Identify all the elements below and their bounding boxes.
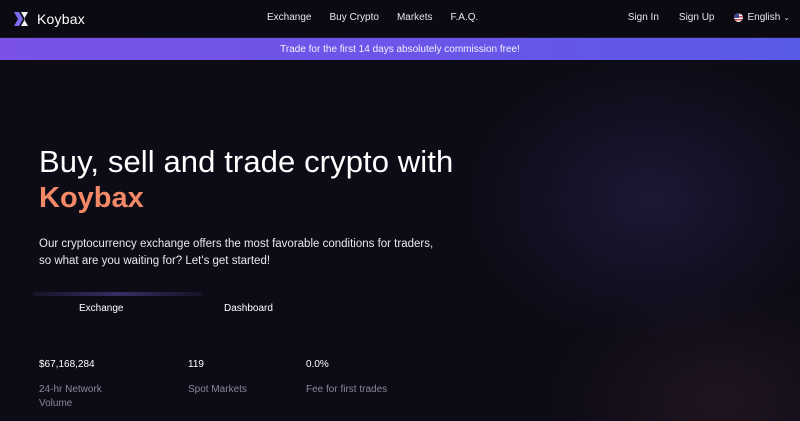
hero-title: Buy, sell and trade crypto with	[39, 144, 454, 179]
promo-banner: Trade for the first 14 days absolutely c…	[0, 38, 800, 60]
koybax-x-logo-icon	[14, 12, 28, 26]
sign-up-link[interactable]: Sign Up	[679, 12, 715, 23]
stat-label-line: Volume	[39, 398, 73, 409]
stat-network-volume: $67,168,284 24-hr Network Volume	[39, 359, 159, 411]
stat-label-line: 24-hr Network	[39, 384, 102, 395]
stat-label: 24-hr Network Volume	[39, 383, 159, 411]
stat-value: $67,168,284	[39, 359, 95, 370]
language-selector[interactable]: English ⌄	[734, 12, 790, 23]
sign-in-link[interactable]: Sign In	[628, 12, 659, 23]
nav-link-faq[interactable]: F.A.Q.	[451, 12, 479, 23]
stat-label-line: Spot Markets	[188, 384, 247, 395]
nav-link-markets[interactable]: Markets	[397, 12, 433, 23]
landing-page: Koybax Exchange Buy Crypto Markets F.A.Q…	[0, 0, 800, 421]
top-navbar: Koybax Exchange Buy Crypto Markets F.A.Q…	[0, 0, 800, 38]
stat-value: 119	[188, 359, 204, 370]
hero-actions: Exchange Dashboard	[33, 292, 293, 322]
hero-description-line-1: Our cryptocurrency exchange offers the m…	[39, 238, 434, 250]
dashboard-button[interactable]: Dashboard	[224, 303, 273, 314]
us-flag-icon	[734, 13, 744, 22]
stat-spot-markets: 119 Spot Markets	[188, 359, 288, 397]
nav-link-buy-crypto[interactable]: Buy Crypto	[329, 12, 378, 23]
stat-label: Spot Markets	[188, 383, 288, 397]
hero-description-line-2: so what are you waiting for? Let's get s…	[39, 255, 271, 267]
stat-fee: 0.0% Fee for first trades	[306, 359, 446, 397]
brand-name: Koybax	[37, 11, 85, 27]
stat-label-line: Fee for first trades	[306, 384, 388, 395]
stat-label: Fee for first trades	[306, 383, 446, 397]
promo-text: Trade for the first 14 days absolutely c…	[280, 43, 520, 55]
main-nav: Exchange Buy Crypto Markets F.A.Q.	[267, 12, 496, 23]
stat-value: 0.0%	[306, 359, 329, 370]
active-tab-indicator	[33, 292, 203, 296]
hero-description: Our cryptocurrency exchange offers the m…	[39, 236, 459, 270]
hero-brand-word: Koybax	[39, 182, 144, 214]
brand-logo[interactable]: Koybax	[12, 10, 85, 28]
nav-account: Sign In Sign Up English ⌄	[608, 12, 790, 23]
exchange-button[interactable]: Exchange	[79, 303, 123, 314]
nav-link-exchange[interactable]: Exchange	[267, 12, 311, 23]
chevron-down-icon: ⌄	[783, 13, 790, 22]
language-label: English	[747, 12, 781, 23]
